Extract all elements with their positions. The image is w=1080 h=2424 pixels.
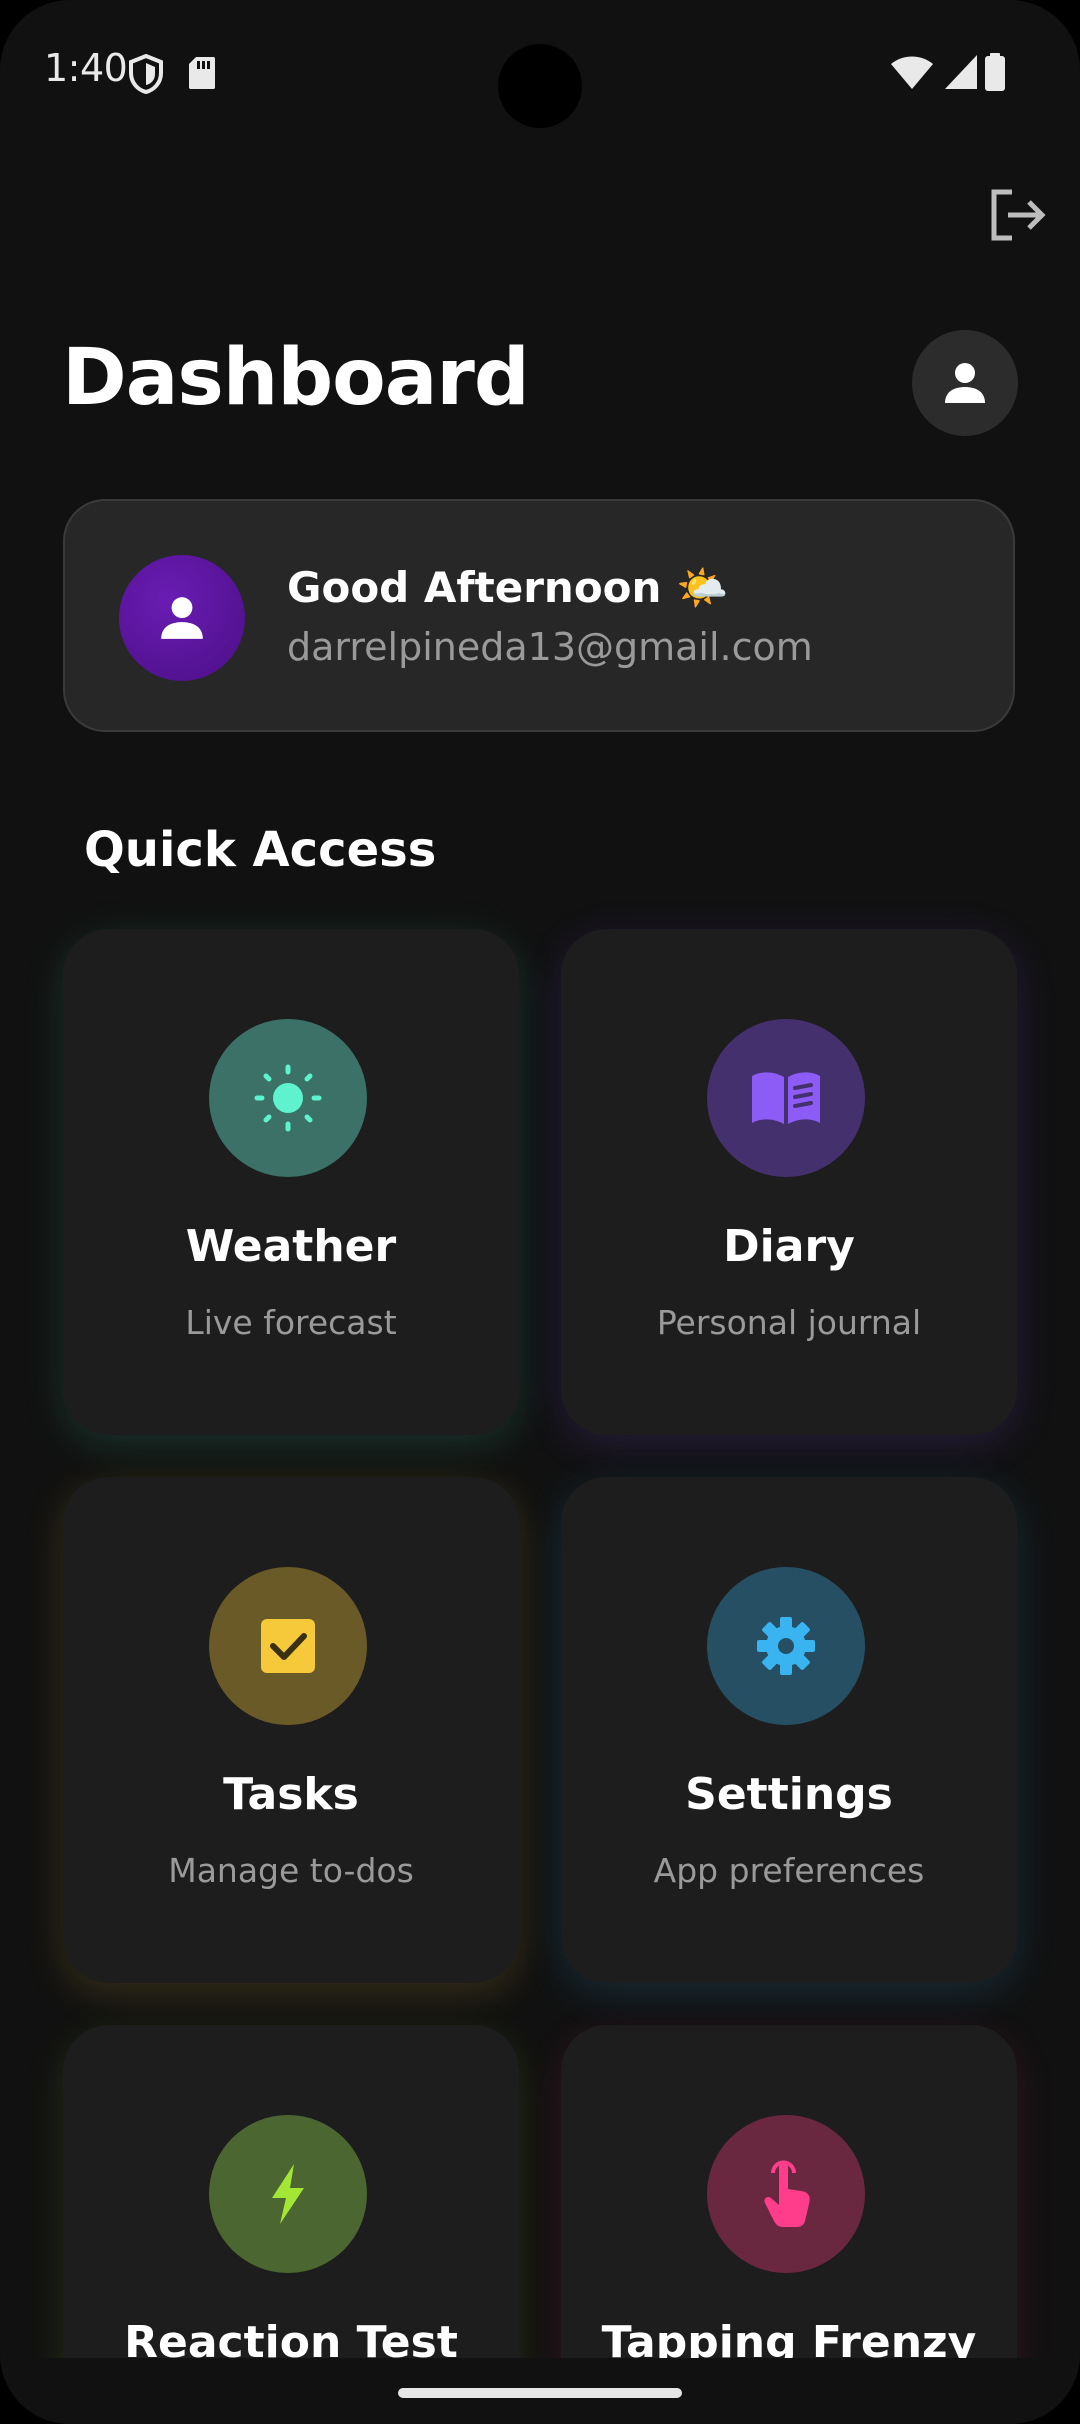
wifi-icon: [891, 56, 933, 89]
person-icon: [161, 597, 203, 639]
tile-icon-circle: [209, 2115, 367, 2273]
greeting-text: Good Afternoon 🌤️: [287, 563, 729, 612]
logout-button[interactable]: [982, 180, 1052, 250]
tile-title: Settings: [685, 1769, 893, 1820]
tile-diary[interactable]: Diary Personal journal: [561, 929, 1017, 1435]
tile-settings[interactable]: Settings App preferences: [561, 1477, 1017, 1983]
tile-subtitle: Live forecast: [185, 1303, 397, 1342]
gear-icon: [757, 1617, 815, 1675]
sd-card-icon: [189, 57, 215, 89]
tile-title: Weather: [185, 1221, 397, 1272]
tap-icon: [764, 2160, 810, 2227]
signal-icon: [945, 55, 977, 89]
tile-icon-circle: [707, 1019, 865, 1177]
tile-icon-circle: [209, 1567, 367, 1725]
battery-icon: [985, 53, 1005, 91]
quick-access-title: Quick Access: [84, 822, 437, 878]
tile-subtitle: App preferences: [653, 1851, 925, 1890]
sun-icon: [254, 1064, 322, 1132]
checkbox-icon: [261, 1619, 315, 1673]
book-icon: [752, 1072, 820, 1124]
tile-weather[interactable]: Weather Live forecast: [63, 929, 519, 1435]
tile-subtitle: Manage to-dos: [168, 1851, 414, 1890]
tile-subtitle: Personal journal: [656, 1303, 922, 1342]
tile-icon-circle: [209, 1019, 367, 1177]
shield-icon: [129, 54, 163, 94]
page-title: Dashboard: [62, 333, 530, 423]
home-indicator[interactable]: [398, 2388, 682, 2398]
profile-button[interactable]: [912, 330, 1018, 436]
logout-icon: [991, 189, 1046, 241]
bolt-icon: [272, 2164, 304, 2224]
tile-icon-circle: [707, 2115, 865, 2273]
tile-title: Diary: [723, 1221, 855, 1272]
status-time: 1:40: [44, 46, 128, 90]
person-icon: [945, 363, 985, 403]
tile-title: Tasks: [223, 1769, 359, 1820]
tile-tasks[interactable]: Tasks Manage to-dos: [63, 1477, 519, 1983]
status-bar: 1:40: [0, 0, 1080, 140]
camera-cutout: [498, 44, 582, 128]
user-email: darrelpineda13@gmail.com: [287, 625, 813, 669]
avatar: [119, 555, 245, 681]
greeting-card: Good Afternoon 🌤️ darrelpineda13@gmail.c…: [63, 499, 1015, 732]
app-screen: 1:40 Dashboard Good Afternoon 🌤️ darrelp…: [0, 0, 1080, 2424]
tile-icon-circle: [707, 1567, 865, 1725]
